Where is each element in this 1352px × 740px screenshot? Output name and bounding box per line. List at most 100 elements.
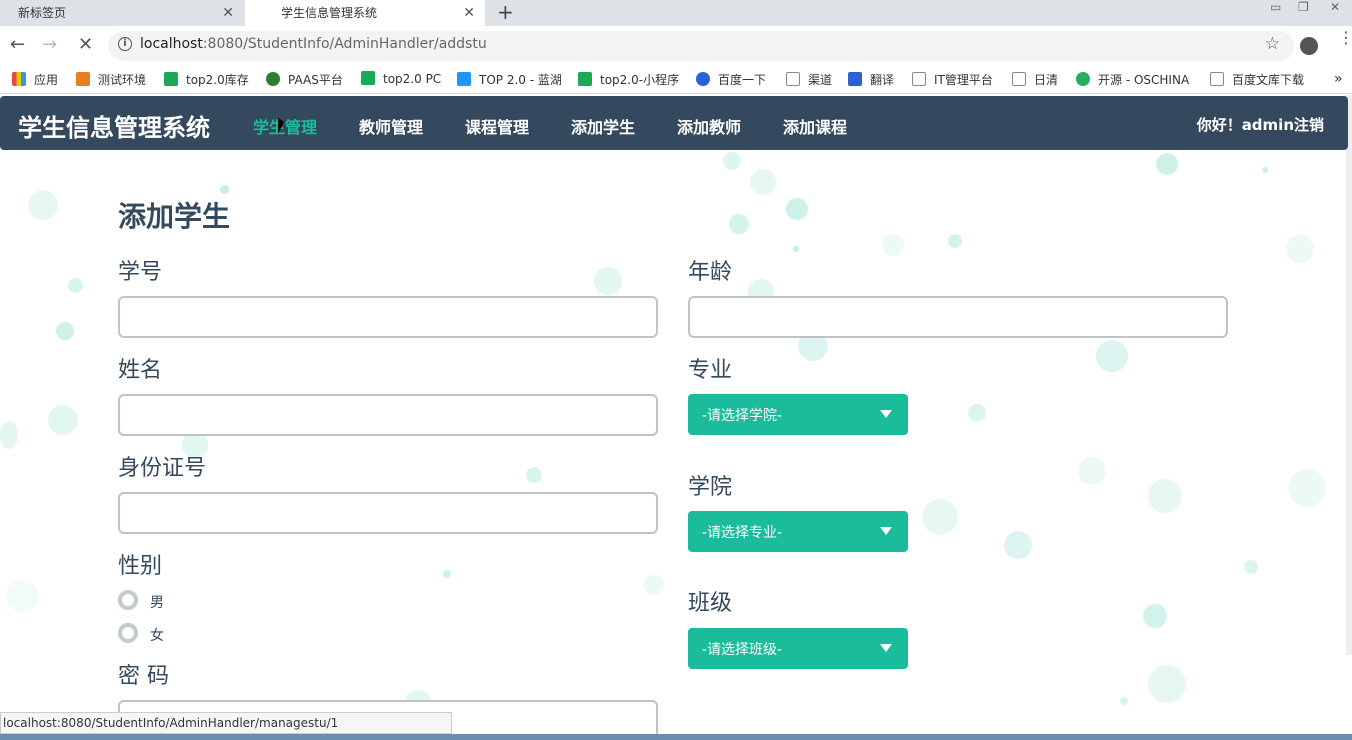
close-icon[interactable]: ✕ [222,0,234,26]
bookmark-oschina[interactable]: 开源 - OSCHINA [1076,71,1189,88]
bubble-decoration [443,570,451,578]
gender-female-label: 女 [150,628,164,644]
forward-icon[interactable]: → [42,34,57,55]
class-select-value: -请选择班级- [702,642,783,658]
status-bar-url: localhost:8080/StudentInfo/AdminHandler/… [0,712,452,734]
page-icon [1210,72,1224,86]
bookmark-translate[interactable]: 翻译 [848,71,894,88]
bubble-decoration [594,267,622,295]
bubble-decoration [1244,560,1258,574]
maximize-icon[interactable]: ❐ [1298,0,1309,14]
gender-female-radio[interactable] [118,623,138,643]
bookmark-baidu[interactable]: 百度一下 [696,71,766,88]
window-close-icon[interactable]: ✕ [1330,0,1340,14]
idcard-input[interactable] [118,492,658,534]
bubble-decoration [948,234,962,248]
bubble-decoration [1004,531,1032,559]
tab-student-system[interactable]: 学生信息管理系统 ✕ [245,0,485,26]
idcard-label: 身份证号 [118,456,207,481]
bubble-decoration [56,322,74,340]
caret-down-icon [880,410,892,418]
name-label: 姓名 [118,358,163,383]
caret-down-icon [880,527,892,535]
bookmark-miniprogram[interactable]: top2.0-小程序 [578,71,679,88]
nav-add-student[interactable]: 添加学生 [571,114,635,138]
brand-title[interactable]: 学生信息管理系统 [18,108,210,143]
bubble-decoration [1148,665,1186,703]
bookmark-apps[interactable]: 应用 [12,71,58,88]
bubble-decoration [6,580,38,612]
bookmark-channel[interactable]: 渠道 [786,71,832,88]
play-icon [164,72,178,86]
college-select[interactable]: -请选择专业- [688,511,908,552]
info-icon[interactable]: i [118,37,132,51]
student-id-input[interactable] [118,296,658,338]
page-icon [912,72,926,86]
bookmark-lanhu[interactable]: TOP 2.0 - 蓝湖 [457,71,562,88]
bubble-decoration [68,278,83,293]
nav-student-manage[interactable]: 学生管理 [253,114,317,138]
os-taskbar [0,734,1352,740]
nav-add-teacher[interactable]: 添加教师 [677,114,741,138]
bookmark-top2-pc[interactable]: top2.0 PC [361,71,441,86]
nav-course-manage[interactable]: 课程管理 [465,114,529,138]
address-bar: ← → ✕ i localhost:8080/StudentInfo/Admin… [0,26,1352,66]
major-label: 专业 [688,358,733,383]
bubble-decoration [1156,153,1178,175]
bookmark-baidu-wenku[interactable]: 百度文库下载 [1210,71,1304,88]
close-icon[interactable]: ✕ [463,0,475,26]
bubble-decoration [793,246,799,252]
minimize-icon[interactable]: ▭ [1270,0,1281,14]
bookmark-top2-stock[interactable]: top2.0库存 [164,71,249,88]
page-title: 添加学生 [118,200,231,233]
bookmark-test-env[interactable]: 测试环境 [76,71,146,88]
new-tab-icon[interactable]: + [497,0,514,24]
gender-male-label: 男 [150,595,164,611]
bookmark-star-icon[interactable]: ☆ [1265,34,1280,54]
paw-icon [696,72,710,86]
profile-icon[interactable] [1300,37,1318,55]
bubble-decoration [28,190,58,220]
gender-label: 性别 [118,554,163,579]
bubble-decoration [644,575,664,595]
play-icon [361,71,375,85]
gender-male-radio[interactable] [118,590,138,610]
bubble-decoration [922,499,958,535]
bubble-decoration [750,169,776,195]
logout-link[interactable]: 你好！admin注销 [1197,114,1324,135]
stop-icon[interactable]: ✕ [78,34,93,55]
bubble-decoration [1120,697,1128,705]
bookmark-riqing[interactable]: 日清 [1012,71,1058,88]
age-input[interactable] [688,296,1228,338]
nav-add-course[interactable]: 添加课程 [783,114,847,138]
globe-icon [266,72,280,86]
scrollbar[interactable] [1346,95,1352,655]
bubble-decoration [968,404,986,422]
bookmarks-more-icon[interactable]: » [1334,71,1343,87]
page-icon [1012,72,1026,86]
bubble-decoration [729,214,749,234]
bookmark-paas[interactable]: PAAS平台 [266,71,343,88]
major-select[interactable]: -请选择学院- [688,394,908,435]
class-select[interactable]: -请选择班级- [688,628,908,669]
tab-new-tab[interactable]: 新标签页 ✕ [0,0,244,26]
class-label: 班级 [688,591,733,616]
major-select-value: -请选择学院- [702,408,783,424]
student-id-label: 学号 [118,260,163,285]
bubble-decoration [1262,167,1268,173]
apps-icon [12,72,26,86]
bookmark-it-platform[interactable]: IT管理平台 [912,71,993,88]
bubble-decoration [1288,469,1326,507]
menu-icon[interactable]: ⋮ [1338,30,1352,46]
name-input[interactable] [118,394,658,436]
oschina-icon [1076,72,1090,86]
page-icon [786,72,800,86]
url-input[interactable]: i localhost:8080/StudentInfo/AdminHandle… [108,31,1294,61]
age-label: 年龄 [688,260,733,285]
bubble-decoration [1148,479,1182,513]
translate-icon [848,72,862,86]
lanhu-icon [457,72,471,86]
nav-teacher-manage[interactable]: 教师管理 [359,114,423,138]
back-icon[interactable]: ← [10,34,25,55]
bubble-decoration [882,234,904,256]
